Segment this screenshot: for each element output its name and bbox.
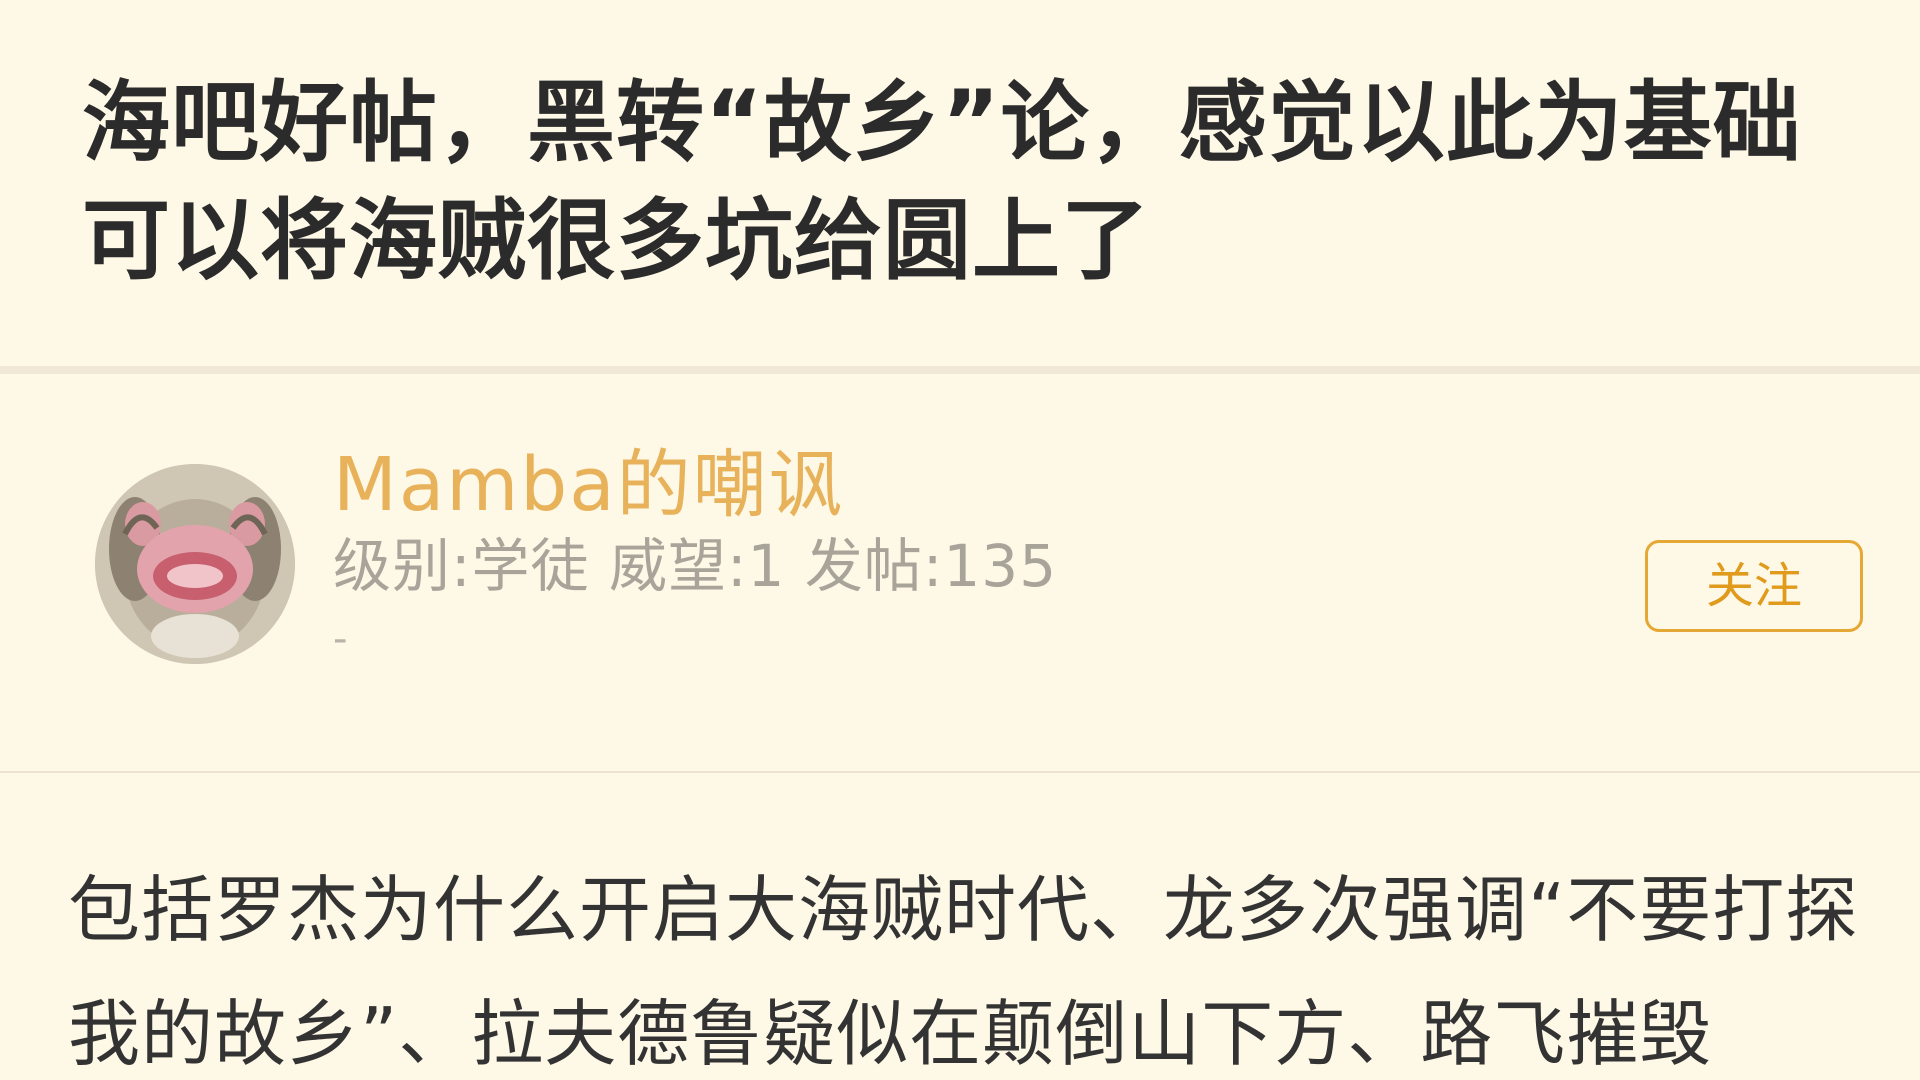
section-divider <box>0 366 1920 374</box>
author-stats: 级别:学徒 威望:1 发帖:135 <box>333 532 1058 600</box>
post-detail-page: 海吧好帖，黑转“故乡”论，感觉以此为基础可以将海贼很多坑给圆上了 Mamba的嘲… <box>0 0 1920 1080</box>
avatar-image-icon <box>95 464 295 664</box>
author-name[interactable]: Mamba的嘲讽 <box>333 440 845 530</box>
post-title: 海吧好帖，黑转“故乡”论，感觉以此为基础可以将海贼很多坑给圆上了 <box>82 71 1802 292</box>
title-section: 海吧好帖，黑转“故乡”论，感觉以此为基础可以将海贼很多坑给圆上了 <box>0 0 1920 366</box>
author-signature: - <box>333 616 348 662</box>
author-avatar[interactable] <box>95 464 295 664</box>
follow-button[interactable]: 关注 <box>1645 540 1863 632</box>
post-body: 包括罗杰为什么开启大海贼时代、龙多次强调“不要打探我的故乡”、拉夫德鲁疑似在颠倒… <box>68 868 1859 1076</box>
content-divider <box>0 771 1920 773</box>
author-section: Mamba的嘲讽 级别:学徒 威望:1 发帖:135 - 关注 <box>0 374 1920 771</box>
